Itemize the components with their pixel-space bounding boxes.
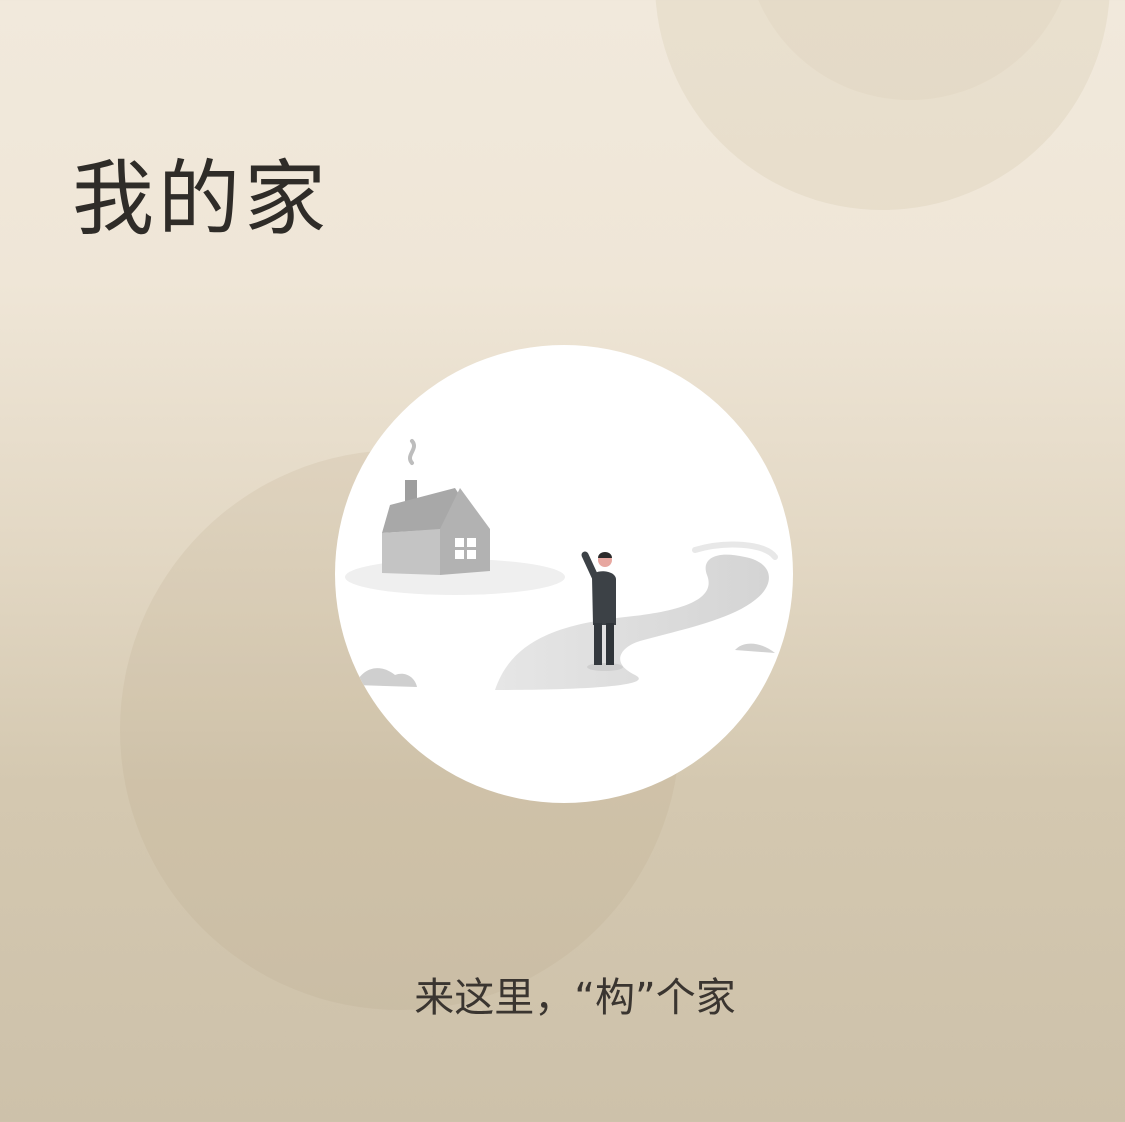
home-illustration — [335, 345, 793, 803]
house-icon — [382, 439, 490, 575]
page-title: 我的家 — [72, 152, 331, 247]
tagline: 来这里，“构”个家 — [414, 975, 736, 1021]
